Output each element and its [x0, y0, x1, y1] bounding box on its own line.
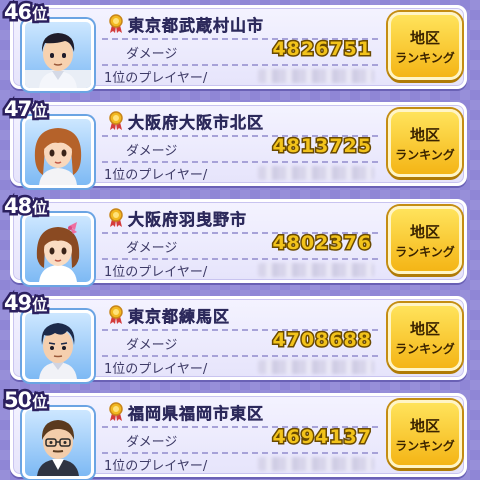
girl-avatar-icon — [22, 213, 94, 285]
city-name: 大阪府大阪市北区 — [128, 113, 265, 132]
divider — [102, 355, 378, 357]
divider — [102, 452, 378, 454]
ranking-row: 49位 東京都練馬区 ダメージ 4708688 1位のプレイヤー/ 地区 ランキ… — [0, 289, 480, 383]
damage-label: ダメージ — [126, 241, 178, 256]
district-ranking-button[interactable]: 地区 ランキング — [388, 12, 462, 80]
ranking-row: 46位 東京都武蔵村山市 ダメージ 4826751 1位のプレイヤー/ 地区 ラ… — [0, 0, 480, 92]
top-player-label: 1位のプレイヤー/ — [104, 362, 208, 377]
rank-number: 47位 — [1, 95, 49, 124]
damage-value: 4813725 — [271, 134, 373, 159]
district-ranking-button[interactable]: 地区 ランキング — [388, 303, 462, 371]
button-label-line2: ランキング — [395, 51, 455, 65]
divider — [102, 161, 378, 163]
rank-number: 49位 — [1, 289, 49, 318]
button-label-line1: 地区 — [409, 29, 440, 47]
damage-value: 4694137 — [271, 425, 373, 450]
player-name-redacted — [258, 360, 374, 374]
city-name: 東京都練馬区 — [128, 307, 231, 326]
damage-value: 4802376 — [271, 231, 373, 256]
damage-value: 4826751 — [271, 37, 373, 62]
button-label-line1: 地区 — [409, 223, 440, 241]
damage-label: ダメージ — [126, 338, 178, 353]
district-ranking-button[interactable]: 地区 ランキング — [388, 206, 462, 274]
boy-avatar-icon — [22, 19, 94, 91]
medal-icon — [109, 402, 123, 421]
top-player-label: 1位のプレイヤー/ — [104, 168, 208, 183]
button-label-line2: ランキング — [395, 439, 455, 453]
damage-label: ダメージ — [126, 47, 178, 62]
city-name: 大阪府羽曳野市 — [128, 210, 248, 229]
medal-icon — [109, 208, 123, 227]
city-name: 福岡県福岡市東区 — [128, 404, 265, 423]
medal-icon — [109, 14, 123, 33]
medal-icon — [109, 111, 123, 130]
player-name-redacted — [258, 457, 374, 471]
district-ranking-button[interactable]: 地区 ランキング — [388, 109, 462, 177]
girl-avatar-icon — [22, 116, 94, 188]
button-label-line2: ランキング — [395, 342, 455, 356]
man-glasses-avatar-icon — [22, 407, 94, 479]
button-label-line1: 地区 — [409, 126, 440, 144]
player-name-redacted — [258, 166, 374, 180]
player-name-redacted — [258, 69, 374, 83]
rank-number: 46位 — [1, 0, 49, 27]
button-label-line2: ランキング — [395, 148, 455, 162]
district-ranking-button[interactable]: 地区 ランキング — [388, 400, 462, 468]
rank-number: 50位 — [1, 386, 49, 415]
top-player-label: 1位のプレイヤー/ — [104, 265, 208, 280]
city-name: 東京都武蔵村山市 — [128, 16, 265, 35]
damage-label: ダメージ — [126, 435, 178, 450]
boy-avatar-icon — [22, 310, 94, 382]
top-player-label: 1位のプレイヤー/ — [104, 71, 208, 86]
rank-number: 48位 — [1, 192, 49, 221]
button-label-line1: 地区 — [409, 320, 440, 338]
button-label-line1: 地区 — [409, 417, 440, 435]
button-label-line2: ランキング — [395, 245, 455, 259]
divider — [102, 64, 378, 66]
ranking-list: 46位 東京都武蔵村山市 ダメージ 4826751 1位のプレイヤー/ 地区 ラ… — [0, 0, 480, 480]
medal-icon — [109, 305, 123, 324]
top-player-label: 1位のプレイヤー/ — [104, 459, 208, 474]
ranking-row: 47位 大阪府大阪市北区 ダメージ 4813725 1位のプレイヤー/ 地区 ラ… — [0, 95, 480, 189]
ranking-row: 48位 大阪府羽曳野市 ダメージ 4802376 1位のプレイヤー/ 地区 ラン… — [0, 192, 480, 286]
damage-value: 4708688 — [271, 328, 373, 353]
damage-label: ダメージ — [126, 144, 178, 159]
ranking-row: 50位 福岡県福岡市東区 ダメージ 4694137 1位のプレイヤー/ 地区 ラ… — [0, 386, 480, 480]
divider — [102, 258, 378, 260]
player-name-redacted — [258, 263, 374, 277]
